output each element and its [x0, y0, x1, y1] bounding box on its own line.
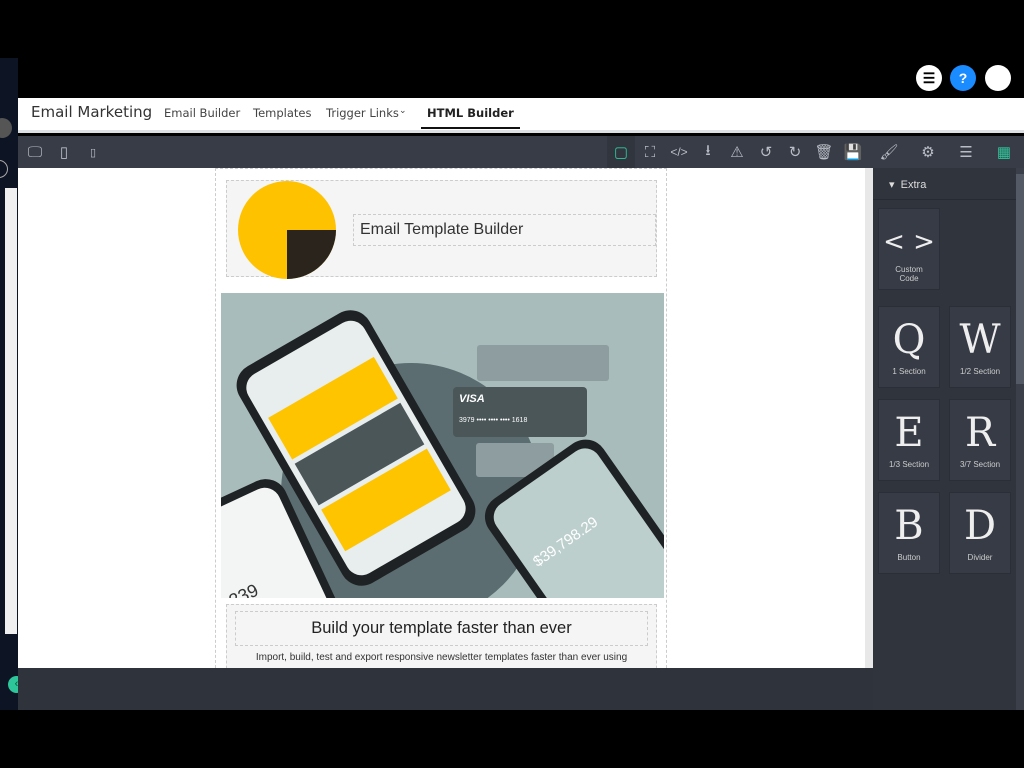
outline-toggle-icon[interactable]: ▢ — [607, 136, 635, 168]
block-1-section[interactable]: Q1 Section — [878, 306, 940, 388]
left-edge-strip: ‹ — [0, 58, 25, 710]
nav-templates[interactable]: Templates — [253, 106, 311, 120]
chevron-down-icon[interactable]: ⌄ — [399, 106, 407, 116]
mobile-icon[interactable]: ▯ — [79, 136, 107, 168]
block-1-2-section[interactable]: W 1/2 Section — [949, 306, 1011, 388]
circle-icon — [0, 160, 8, 178]
blocks-icon[interactable]: ▦ — [990, 136, 1018, 168]
bottom-bar — [18, 668, 873, 710]
category-extra[interactable]: ▾ Extra — [873, 168, 1016, 200]
text-section: Build your template faster than ever Imp… — [226, 604, 657, 668]
nav-html-builder[interactable]: HTML Builder — [421, 106, 520, 129]
section-body[interactable]: Import, build, test and export responsiv… — [235, 652, 648, 663]
blocks-panel: ▾ Extra < > Custom Code Q1 Section W 1/2 S… — [873, 168, 1024, 710]
trash-icon[interactable]: 🗑 — [810, 136, 838, 168]
warning-icon[interactable]: ⚠ — [723, 136, 751, 168]
email-title[interactable]: Email Template Builder — [353, 214, 656, 246]
brand: Email Marketing — [31, 103, 153, 121]
top-nav: Email Marketing Email Builder Templates … — [18, 98, 1024, 133]
avatar — [0, 118, 12, 138]
undo-icon[interactable]: ↺ — [752, 136, 780, 168]
email-canvas[interactable]: Email Template Builder VISA 3979 •••• ••… — [18, 168, 865, 668]
layers-icon[interactable]: ☰ — [952, 136, 980, 168]
fullscreen-icon[interactable]: ⛶ — [636, 136, 664, 168]
block-divider[interactable]: D Divider — [949, 492, 1011, 574]
gear-icon[interactable]: ⚙ — [914, 136, 942, 168]
hero-image[interactable]: VISA 3979 •••• •••• •••• 1618 6,239 $39,… — [221, 293, 664, 598]
block-button[interactable]: B Button — [878, 492, 940, 574]
tablet-icon[interactable]: ▯ — [50, 136, 78, 168]
block-custom-code[interactable]: < > Custom Code — [878, 208, 940, 290]
brush-icon[interactable]: 🖌 — [875, 136, 903, 168]
logo — [238, 181, 336, 279]
scrollbar[interactable] — [5, 188, 17, 634]
section-heading[interactable]: Build your template faster than ever — [235, 611, 648, 646]
list-icon[interactable]: ☰ — [916, 65, 942, 91]
desktop-icon[interactable]: 🖵 — [21, 136, 49, 168]
profile-avatar[interactable] — [985, 65, 1011, 91]
nav-trigger-links[interactable]: Trigger Links — [326, 106, 399, 120]
header-row: Email Template Builder — [226, 180, 657, 279]
block-3-7-section[interactable]: R 3/7 Section — [949, 399, 1011, 481]
download-icon[interactable]: ⭳ — [694, 136, 722, 168]
category-label: Extra — [900, 179, 927, 191]
save-icon[interactable]: 💾 — [839, 136, 867, 168]
editor-toolbar: 🖵 ▯ ▯ ▢ ⛶ </> ⭳ ⚠ ↺ ↻ 🗑 💾 🖌 ⚙ ☰ ▦ — [18, 136, 1024, 168]
email-wrapper: Email Template Builder VISA 3979 •••• ••… — [215, 168, 667, 668]
help-button[interactable]: ? — [950, 65, 976, 91]
redo-icon[interactable]: ↻ — [781, 136, 809, 168]
block-1-3-section[interactable]: E 1/3 Section — [878, 399, 940, 481]
code-icon[interactable]: </> — [665, 136, 693, 168]
nav-email-builder[interactable]: Email Builder — [164, 106, 240, 120]
canvas-scrollbar[interactable] — [865, 168, 873, 668]
credit-card: VISA 3979 •••• •••• •••• 1618 — [453, 387, 587, 437]
